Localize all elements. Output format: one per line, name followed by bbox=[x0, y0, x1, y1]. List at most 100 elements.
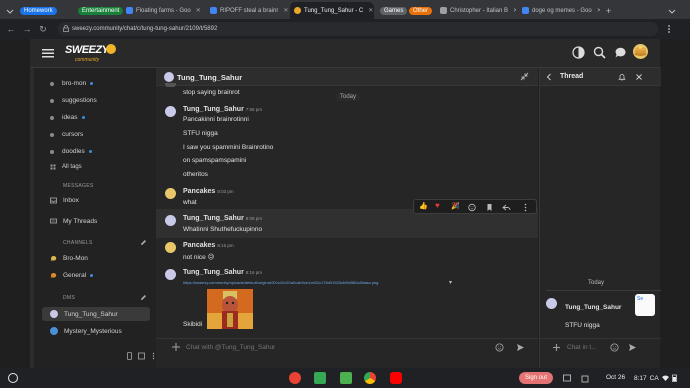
close-icon[interactable]: ✕ bbox=[283, 7, 288, 14]
keyboard-shortcuts-button[interactable] bbox=[138, 352, 145, 360]
mobile-view-button[interactable] bbox=[126, 352, 133, 360]
emoji-picker-button[interactable] bbox=[495, 343, 504, 352]
site-logo[interactable]: SWEEZY community bbox=[65, 43, 117, 65]
taskbar-date[interactable]: Oct 26 bbox=[606, 374, 625, 381]
avatar[interactable] bbox=[546, 298, 557, 309]
message-username[interactable]: Tung_Tung_Sahur bbox=[183, 269, 244, 276]
launcher-button[interactable] bbox=[8, 373, 18, 383]
avatar[interactable] bbox=[165, 269, 176, 280]
party-reaction-button[interactable]: 🎉 bbox=[451, 202, 460, 210]
thumbs-up-icon: 👍 bbox=[419, 203, 428, 210]
reply-button[interactable] bbox=[502, 203, 511, 212]
tab-christopher[interactable]: Christopher - Italian B ✕ bbox=[436, 3, 516, 18]
google-icon bbox=[126, 7, 133, 14]
avatar[interactable] bbox=[165, 215, 176, 226]
minimize-chat-button[interactable] bbox=[520, 72, 529, 81]
thread-composer-input[interactable] bbox=[567, 341, 607, 353]
dms-section-heading: DMS bbox=[63, 295, 76, 301]
avatar[interactable] bbox=[165, 242, 176, 253]
reload-button[interactable]: ↻ bbox=[35, 21, 51, 37]
tab-group-entertainment[interactable]: Entertainment bbox=[74, 3, 127, 18]
capture-button[interactable] bbox=[563, 373, 571, 383]
tab-search-button[interactable] bbox=[664, 3, 680, 18]
browser-menu-button[interactable] bbox=[664, 24, 674, 34]
thumbs-up-reaction-button[interactable]: 👍 bbox=[419, 202, 428, 210]
hamburger-menu-button[interactable] bbox=[42, 47, 54, 59]
uploaded-image[interactable] bbox=[207, 289, 253, 329]
tote-button[interactable] bbox=[581, 373, 589, 383]
search-button[interactable] bbox=[593, 46, 606, 59]
sign-out-button[interactable]: Sign out bbox=[519, 372, 553, 384]
address-bar[interactable]: sweezy.community/chat/c/tung-tung-sahur/… bbox=[58, 22, 658, 36]
thread-emoji-button[interactable] bbox=[610, 343, 619, 352]
screenshot-icon bbox=[563, 374, 571, 382]
taskbar-app-files[interactable] bbox=[340, 372, 352, 384]
add-reaction-button[interactable] bbox=[468, 203, 477, 212]
sweezy-icon bbox=[294, 7, 301, 14]
taskbar-app-youtube[interactable] bbox=[390, 372, 402, 384]
new-tab-button[interactable]: + bbox=[602, 3, 615, 18]
message-username[interactable]: Pancakes bbox=[183, 188, 215, 195]
avatar[interactable] bbox=[165, 188, 176, 199]
sidebar-all-tags[interactable]: All tags bbox=[50, 164, 82, 170]
close-icon[interactable]: ✕ bbox=[196, 7, 201, 14]
theme-toggle-button[interactable] bbox=[572, 46, 585, 59]
sidebar-item-doodles[interactable]: doodles bbox=[50, 148, 92, 155]
thread-back-button[interactable] bbox=[545, 73, 553, 81]
chat-composer-input[interactable] bbox=[186, 341, 486, 353]
sidebar-item-my-threads[interactable]: My Threads bbox=[50, 218, 97, 225]
tab-tung-tung-sahur[interactable]: Tung_Tung_Sahur - C ✕ bbox=[290, 2, 374, 19]
tab-floating-farms[interactable]: Floating farms - Goo ✕ bbox=[122, 3, 204, 18]
sidebar-dm-tung-tung-sahur[interactable]: Tung_Tung_Sahur bbox=[50, 310, 118, 318]
chat-button[interactable] bbox=[614, 46, 627, 59]
close-thread-button[interactable] bbox=[635, 73, 643, 81]
clock-text: 8:17 bbox=[634, 374, 647, 382]
sidebar: bro-mon suggestions ideas cursors doodle… bbox=[30, 68, 155, 368]
sidebar-item-ideas[interactable]: ideas bbox=[50, 114, 85, 121]
tab-group-homework[interactable]: Homework bbox=[16, 3, 61, 18]
sidebar-item-cursors[interactable]: cursors bbox=[50, 131, 83, 138]
thread-username[interactable]: Tung_Tung_Sahur bbox=[565, 304, 621, 311]
chat-title: Tung_Tung_Sahur bbox=[177, 73, 243, 82]
sidebar-dm-mystery-mysterious[interactable]: Mystery_Mysterious bbox=[50, 327, 122, 335]
forward-button[interactable]: → bbox=[19, 21, 35, 37]
close-icon[interactable]: ✕ bbox=[597, 7, 600, 14]
more-actions-button[interactable] bbox=[521, 203, 530, 212]
expand-image-button[interactable]: ▾ bbox=[449, 279, 452, 286]
new-dm-button[interactable] bbox=[140, 294, 147, 301]
close-icon[interactable]: ✕ bbox=[368, 7, 373, 14]
attach-button[interactable] bbox=[171, 342, 181, 352]
bookmark-button[interactable] bbox=[485, 203, 494, 212]
heart-reaction-button[interactable]: ♥ bbox=[435, 201, 440, 210]
sidebar-item-inbox[interactable]: Inbox bbox=[50, 197, 79, 204]
thread-send-button[interactable] bbox=[628, 343, 637, 352]
taskbar-app-meet[interactable] bbox=[314, 372, 326, 384]
message-text: Whatinni Shuthefuckupinno bbox=[183, 226, 263, 233]
message-username[interactable]: Tung_Tung_Sahur bbox=[183, 106, 244, 113]
category-bullet-icon bbox=[50, 115, 54, 120]
sidebar-item-suggestions[interactable]: suggestions bbox=[50, 97, 97, 104]
system-tray[interactable]: 8:17 CA bbox=[634, 372, 688, 384]
sidebar-item-bro-mon[interactable]: bro-mon bbox=[50, 80, 94, 87]
tab-doge-memes[interactable]: doge og memes - Goo ✕ bbox=[518, 3, 600, 18]
user-card-popup[interactable]: Se bbox=[635, 294, 655, 316]
sidebar-item-label: Bro-Mon bbox=[63, 255, 88, 262]
edit-channels-button[interactable] bbox=[140, 239, 147, 246]
send-button[interactable] bbox=[516, 343, 525, 352]
site-info-icon[interactable] bbox=[63, 25, 69, 32]
user-avatar-button[interactable] bbox=[633, 44, 648, 59]
back-button[interactable]: ← bbox=[3, 21, 19, 37]
tab-ripoff[interactable]: RIPOFF steal a brainr ✕ bbox=[206, 3, 288, 18]
message-username[interactable]: Tung_Tung_Sahur bbox=[183, 215, 244, 222]
thread-notifications-button[interactable] bbox=[618, 73, 626, 81]
sidebar-channel-bro-mon[interactable]: Bro-Mon bbox=[50, 255, 88, 262]
thread-attach-button[interactable] bbox=[552, 343, 561, 352]
tab-group-other[interactable]: Other bbox=[405, 3, 436, 18]
sidebar-channel-general[interactable]: General bbox=[50, 272, 94, 279]
upload-link[interactable]: https://sweezy.community/uploads/default… bbox=[183, 280, 453, 285]
taskbar-app-photos[interactable] bbox=[289, 372, 301, 384]
close-icon[interactable]: ✕ bbox=[513, 7, 516, 14]
avatar[interactable] bbox=[165, 106, 176, 117]
taskbar-app-chrome[interactable] bbox=[364, 372, 376, 384]
message-username[interactable]: Pancakes bbox=[183, 242, 215, 249]
